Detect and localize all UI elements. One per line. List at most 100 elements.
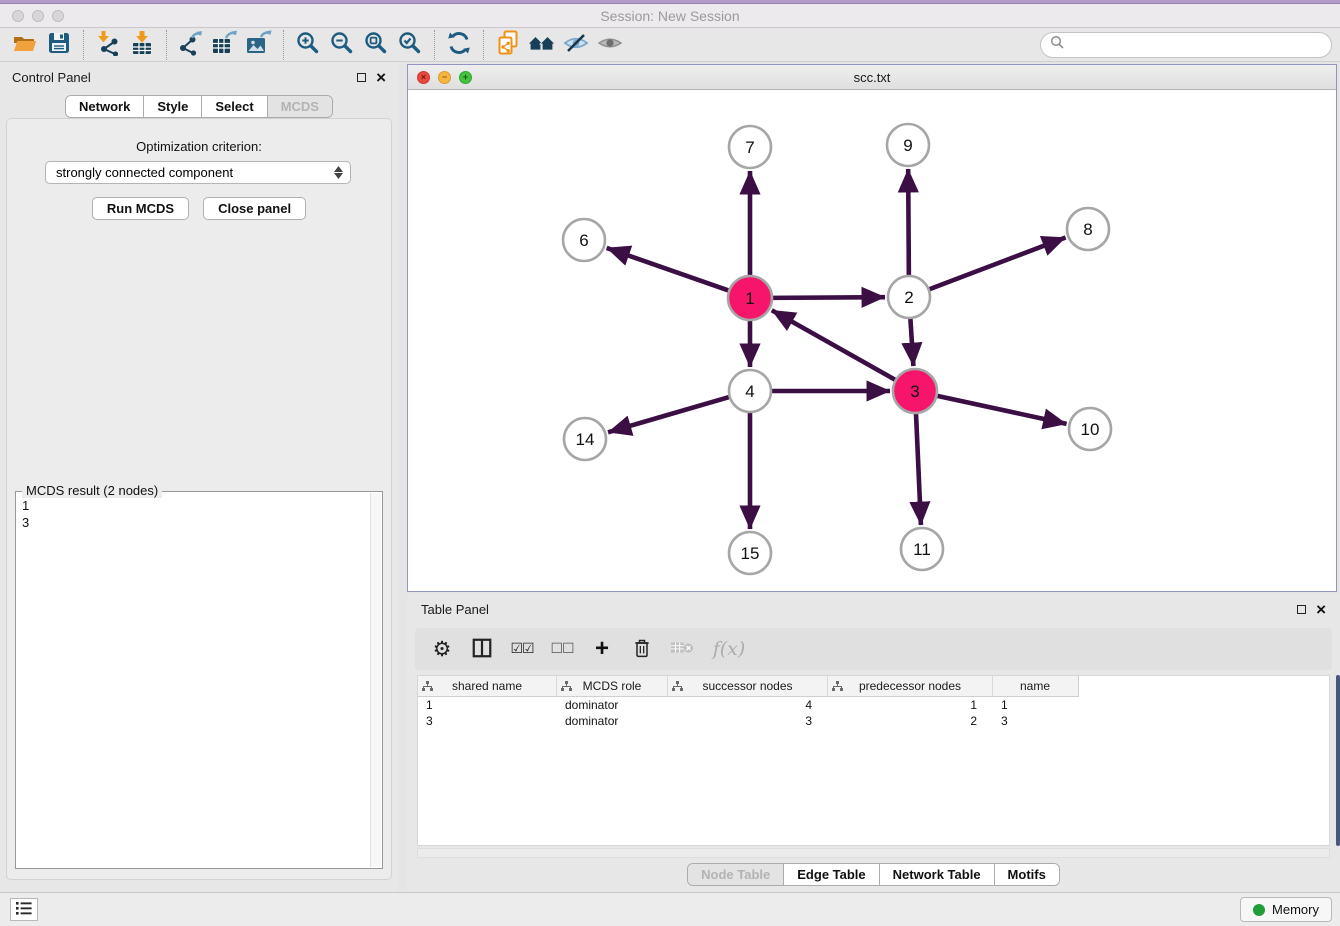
edge-3-11[interactable] xyxy=(916,412,921,525)
table-row[interactable]: 1dominator411 xyxy=(418,697,1329,713)
network-graph[interactable]: 7968124314101511 xyxy=(408,90,1336,591)
close-table-panel-icon[interactable]: × xyxy=(1316,601,1326,618)
edge-1-6[interactable] xyxy=(607,248,731,291)
zoom-out-icon xyxy=(329,30,355,59)
copy-view-button[interactable] xyxy=(491,30,525,60)
dropdown-value: strongly connected component xyxy=(56,165,233,180)
column-header-name[interactable]: name xyxy=(993,676,1077,696)
import-table-button[interactable] xyxy=(125,30,159,60)
column-label: shared name xyxy=(452,679,522,693)
network-window-titlebar[interactable]: scc.txt × − + xyxy=(408,65,1336,90)
memory-label: Memory xyxy=(1272,902,1319,917)
tab-network-table[interactable]: Network Table xyxy=(879,864,994,885)
table-hscroll-track[interactable] xyxy=(417,848,1330,858)
edge-2-9[interactable] xyxy=(908,169,909,277)
refresh-view-button[interactable] xyxy=(442,30,476,60)
tab-motifs[interactable]: Motifs xyxy=(994,864,1059,885)
delete-table-button[interactable] xyxy=(667,632,697,666)
copy-network-icon xyxy=(495,29,521,60)
float-panel-icon[interactable] xyxy=(357,73,366,82)
export-table-button[interactable] xyxy=(208,30,242,60)
home-view-button[interactable] xyxy=(525,30,559,60)
tab-node-table[interactable]: Node Table xyxy=(688,864,783,885)
function-builder-button[interactable]: f(x) xyxy=(707,632,751,666)
cell-successor-nodes[interactable]: 4 xyxy=(668,698,828,712)
toolbar-separator xyxy=(434,30,435,60)
plus-icon: + xyxy=(595,637,609,661)
checked-boxes-icon: ☑☑ xyxy=(510,641,533,657)
mcds-panel: Optimization criterion: strongly connect… xyxy=(6,118,392,880)
export-network-button[interactable] xyxy=(174,30,208,60)
save-session-button[interactable] xyxy=(42,30,76,60)
edge-3-1[interactable] xyxy=(772,310,897,380)
cell-shared-name[interactable]: 1 xyxy=(418,698,557,712)
cell-predecessor-nodes[interactable]: 2 xyxy=(828,714,993,728)
toggle-column-pane-button[interactable] xyxy=(467,632,497,666)
table-row[interactable]: 3dominator323 xyxy=(418,713,1329,729)
cell-successor-nodes[interactable]: 3 xyxy=(668,714,828,728)
unchecked-boxes-icon: ☐☐ xyxy=(550,641,573,657)
edge-1-2[interactable] xyxy=(771,297,885,298)
cell-predecessor-nodes[interactable]: 1 xyxy=(828,698,993,712)
delete-column-button[interactable] xyxy=(627,632,657,666)
import-network-button[interactable] xyxy=(91,30,125,60)
cell-MCDS-role[interactable]: dominator xyxy=(557,698,668,712)
search-box[interactable] xyxy=(1040,32,1332,58)
edge-4-14[interactable] xyxy=(608,397,731,433)
export-image-icon xyxy=(244,30,274,59)
zoom-selected-button[interactable] xyxy=(393,30,427,60)
cell-MCDS-role[interactable]: dominator xyxy=(557,714,668,728)
mcds-result-text[interactable]: 1 3 xyxy=(19,495,368,865)
tab-edge-table[interactable]: Edge Table xyxy=(783,864,878,885)
cell-name[interactable]: 3 xyxy=(993,714,1077,728)
tab-mcds[interactable]: MCDS xyxy=(267,96,332,117)
cell-name[interactable]: 1 xyxy=(993,698,1077,712)
tab-select[interactable]: Select xyxy=(201,96,266,117)
table-panel: Table Panel × ⚙ ☑☑ ☐☐ + f(x) shared name… xyxy=(407,594,1340,892)
control-panel-title: Control Panel xyxy=(12,70,91,85)
deselect-all-columns-button[interactable]: ☐☐ xyxy=(547,632,577,666)
refresh-icon xyxy=(446,30,472,59)
hide-selected-button[interactable] xyxy=(559,30,593,60)
add-column-button[interactable]: + xyxy=(587,632,617,666)
edge-3-10[interactable] xyxy=(936,395,1067,423)
edge-2-8[interactable] xyxy=(928,238,1066,290)
toolbar-separator xyxy=(83,30,84,60)
memory-button[interactable]: Memory xyxy=(1240,897,1332,922)
toolbar-separator xyxy=(283,30,284,60)
table-settings-button[interactable]: ⚙ xyxy=(427,632,457,666)
result-scrollbar[interactable] xyxy=(370,493,381,867)
column-header-shared-name[interactable]: shared name xyxy=(418,676,557,696)
close-panel-icon[interactable]: × xyxy=(376,69,386,86)
search-input[interactable] xyxy=(1065,37,1322,52)
show-all-button[interactable] xyxy=(593,30,627,60)
edge-2-3[interactable] xyxy=(910,317,913,366)
column-header-MCDS-role[interactable]: MCDS role xyxy=(557,676,668,696)
column-header-successor-nodes[interactable]: successor nodes xyxy=(668,676,828,696)
zoom-fit-button[interactable] xyxy=(359,30,393,60)
memory-status-icon xyxy=(1253,904,1265,916)
graph-node-label: 1 xyxy=(745,289,754,308)
run-mcds-button[interactable]: Run MCDS xyxy=(92,197,189,220)
control-panel: Control Panel × NetworkStyleSelectMCDS O… xyxy=(0,62,398,892)
select-all-columns-button[interactable]: ☑☑ xyxy=(507,632,537,666)
optimization-dropdown[interactable]: strongly connected component xyxy=(45,161,351,184)
network-window: scc.txt × − + 7968124314101511 xyxy=(407,64,1337,592)
table-panel-title: Table Panel xyxy=(421,602,489,617)
tab-network[interactable]: Network xyxy=(66,96,143,117)
task-history-button[interactable] xyxy=(10,898,38,921)
network-canvas[interactable]: 7968124314101511 xyxy=(408,90,1336,591)
cell-shared-name[interactable]: 3 xyxy=(418,714,557,728)
export-table-icon xyxy=(210,30,240,59)
eye-icon xyxy=(596,30,624,59)
zoom-in-button[interactable] xyxy=(291,30,325,60)
tab-style[interactable]: Style xyxy=(143,96,201,117)
table-scrollbar[interactable] xyxy=(1336,675,1340,846)
columns-icon xyxy=(471,637,493,662)
float-table-panel-icon[interactable] xyxy=(1297,605,1306,614)
close-panel-button[interactable]: Close panel xyxy=(203,197,306,220)
export-image-button[interactable] xyxy=(242,30,276,60)
open-session-button[interactable] xyxy=(8,30,42,60)
zoom-out-button[interactable] xyxy=(325,30,359,60)
column-header-predecessor-nodes[interactable]: predecessor nodes xyxy=(828,676,993,696)
